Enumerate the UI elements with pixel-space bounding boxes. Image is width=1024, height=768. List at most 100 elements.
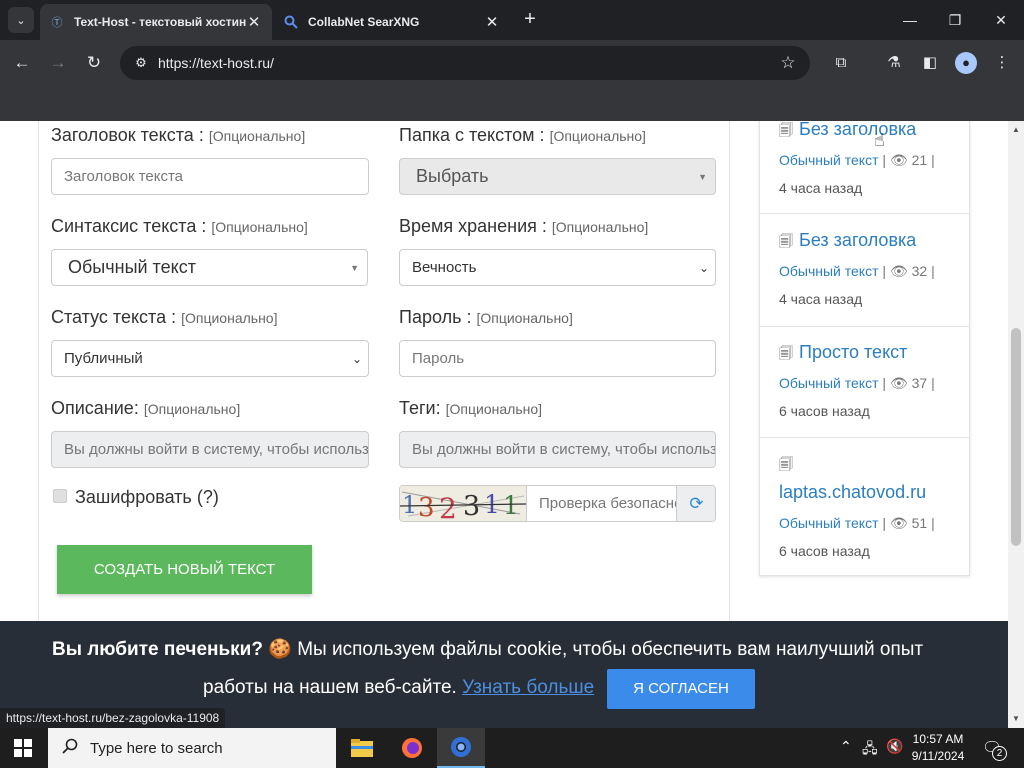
browser-toolbar: ← → ↻ ⚙ https://text-host.ru/ ☆ ⧉ ⚗ ◧ ⋮ <box>0 40 1024 86</box>
learn-more-link[interactable]: Узнать больше <box>462 677 594 698</box>
link-status-url: https://text-host.ru/bez-zagolovka-11908 <box>0 708 226 728</box>
scroll-up-arrow-icon[interactable]: ▲ <box>1012 125 1020 134</box>
side-panel-icon[interactable]: ◧ <box>919 52 941 74</box>
clock-date: 9/11/2024 <box>911 749 965 763</box>
labs-flask-icon[interactable]: ⚗ <box>883 52 905 74</box>
site-info-icon[interactable]: ⚙ <box>132 55 150 71</box>
syntax-value: Обычный текст <box>68 257 196 277</box>
clock-time: 10:57 AM <box>912 732 964 746</box>
search-icon <box>62 738 78 759</box>
dropdown-caret-icon: ▼ <box>698 171 707 182</box>
recent-text-doc: 🗐 <box>779 453 799 478</box>
address-url[interactable]: https://text-host.ru/ <box>158 55 778 71</box>
chevron-down-icon: ⌄ <box>16 14 26 27</box>
forward-button[interactable]: → <box>46 51 70 75</box>
recent-text-meta: Обычный текст | 👁 32 | <box>779 263 935 279</box>
svg-text:1: 1 <box>503 491 519 520</box>
taskbar-clock[interactable]: 10:57 AM 9/11/2024 <box>906 731 970 765</box>
refresh-captcha-icon[interactable]: ⟳ <box>676 486 715 521</box>
syntax-link[interactable]: Обычный текст <box>779 515 879 531</box>
encrypt-help-link[interactable]: (?) <box>197 487 219 507</box>
address-bar[interactable]: ⚙ https://text-host.ru/ ☆ <box>120 46 810 80</box>
close-window-button[interactable]: ✕ <box>986 8 1016 32</box>
recent-text-link[interactable]: 🗐 Без заголовка <box>779 230 916 255</box>
scroll-down-arrow-icon[interactable]: ▼ <box>1012 714 1020 723</box>
recent-text-link[interactable]: 🗐 Просто текст <box>779 342 907 367</box>
accept-cookies-button[interactable]: Я СОГЛАСЕН <box>607 669 755 709</box>
minimize-button[interactable]: — <box>895 8 925 32</box>
menu-kebab-icon[interactable]: ⋮ <box>991 52 1013 74</box>
chevron-down-icon: ⌄ <box>351 351 362 366</box>
chrome-icon[interactable] <box>437 728 485 768</box>
syntax-link[interactable]: Обычный текст <box>779 152 879 168</box>
recent-text-link[interactable]: 🗐 Без заголовка <box>779 121 916 144</box>
tab-text-host[interactable]: Ⓣ Text-Host - текстовый хостинг ✕ <box>40 4 272 40</box>
firefox-icon[interactable] <box>388 728 436 768</box>
svg-text:1: 1 <box>402 491 417 519</box>
profile-avatar-icon[interactable]: ● <box>955 52 977 74</box>
network-icon[interactable]: 🖧 <box>862 738 878 762</box>
dropdown-caret-icon: ▼ <box>350 262 359 273</box>
recent-text-time: 6 часов назад <box>779 403 870 419</box>
eye-icon: 👁 <box>889 263 908 279</box>
notification-count: 2 <box>992 746 1007 761</box>
scrollbar-thumb[interactable] <box>1011 328 1021 546</box>
tab-searxng[interactable]: CollabNet SearXNG ✕ <box>274 4 510 40</box>
expiry-select[interactable]: Вечность ⌄ <box>399 249 716 286</box>
volume-muted-icon[interactable]: 🔇 <box>886 738 903 755</box>
recent-text-link[interactable]: laptas.chatovod.ru <box>779 482 926 503</box>
recent-text-time: 4 часа назад <box>779 180 863 196</box>
page-scrollbar[interactable]: ▲ ▼ <box>1008 121 1024 728</box>
reload-button[interactable]: ↻ <box>82 51 106 75</box>
status-select[interactable]: Публичный ⌄ <box>51 340 369 377</box>
close-tab-icon[interactable]: ✕ <box>484 13 500 31</box>
encrypt-label: Зашифровать (?) <box>75 487 219 507</box>
tab-search-button[interactable]: ⌄ <box>8 7 34 33</box>
bookmark-star-icon[interactable]: ☆ <box>778 53 798 73</box>
tab-strip: ⌄ Ⓣ Text-Host - текстовый хостинг ✕ Coll… <box>0 0 1024 40</box>
title-input[interactable]: Заголовок текста <box>51 158 369 195</box>
close-tab-icon[interactable]: ✕ <box>246 13 262 31</box>
back-button[interactable]: ← <box>10 51 34 75</box>
chevron-down-icon: ⌄ <box>698 260 709 275</box>
svg-text:2: 2 <box>439 492 457 521</box>
tags-label: Теги: [Опционально] <box>399 398 543 418</box>
syntax-link[interactable]: Обычный текст <box>779 375 879 391</box>
expiry-value: Вечность <box>412 259 477 276</box>
tags-placeholder: Вы должны войти в систему, чтобы использ… <box>412 441 715 458</box>
taskbar-search-placeholder: Type here to search <box>90 739 223 757</box>
syntax-select[interactable]: Обычный текст ▼ <box>51 249 368 286</box>
new-tab-button[interactable]: + <box>518 9 542 31</box>
eye-icon: 👁 <box>889 515 908 531</box>
folder-value: Выбрать <box>416 166 489 186</box>
restore-button[interactable]: ❐ <box>940 8 970 32</box>
document-icon: 🗐 <box>779 233 793 249</box>
tray-chevron-up-icon[interactable]: ⌃ <box>840 738 852 755</box>
captcha-input[interactable]: Проверка безопасности <box>526 486 676 521</box>
recent-text-time: 4 часа назад <box>779 291 863 307</box>
windows-start-icon[interactable] <box>14 739 32 757</box>
taskbar-search-box[interactable]: Type here to search <box>48 728 336 768</box>
file-explorer-icon[interactable] <box>338 728 386 768</box>
recent-text-meta: Обычный текст | 👁 51 | <box>779 515 935 531</box>
list-item: 🗐 Без заголовка Обычный текст | 👁 32 | 4 … <box>760 215 969 327</box>
svg-text:3: 3 <box>463 491 480 521</box>
password-input[interactable]: Пароль <box>399 340 716 377</box>
create-text-button[interactable]: СОЗДАТЬ НОВЫЙ ТЕКСТ <box>57 545 312 594</box>
folder-label: Папка с текстом : [Опционально] <box>399 125 646 145</box>
tags-input: Вы должны войти в систему, чтобы использ… <box>399 431 716 468</box>
encrypt-checkbox[interactable] <box>53 489 67 503</box>
syntax-label: Синтаксис текста : [Опционально] <box>51 216 308 236</box>
recent-text-meta: Обычный текст | 👁 37 | <box>779 375 935 391</box>
eye-icon: 👁 <box>889 152 908 168</box>
recent-texts-panel: 🗐 Без заголовка Обычный текст | 👁 21 | 4 … <box>759 121 970 576</box>
extensions-icon[interactable]: ⧉ <box>830 52 852 74</box>
recent-text-meta: Обычный текст | 👁 21 | <box>779 152 935 168</box>
notification-center-icon[interactable]: 🗨2 <box>982 738 1007 761</box>
captcha-image: 1 3 2 3 1 1 <box>400 486 527 521</box>
description-placeholder: Вы должны войти в систему, чтобы использ… <box>64 441 369 458</box>
list-item: 🗐 Без заголовка Обычный текст | 👁 21 | 4 … <box>760 121 969 214</box>
document-icon: 🗐 <box>779 456 793 472</box>
folder-select[interactable]: Выбрать ▼ <box>399 158 716 195</box>
syntax-link[interactable]: Обычный текст <box>779 263 879 279</box>
